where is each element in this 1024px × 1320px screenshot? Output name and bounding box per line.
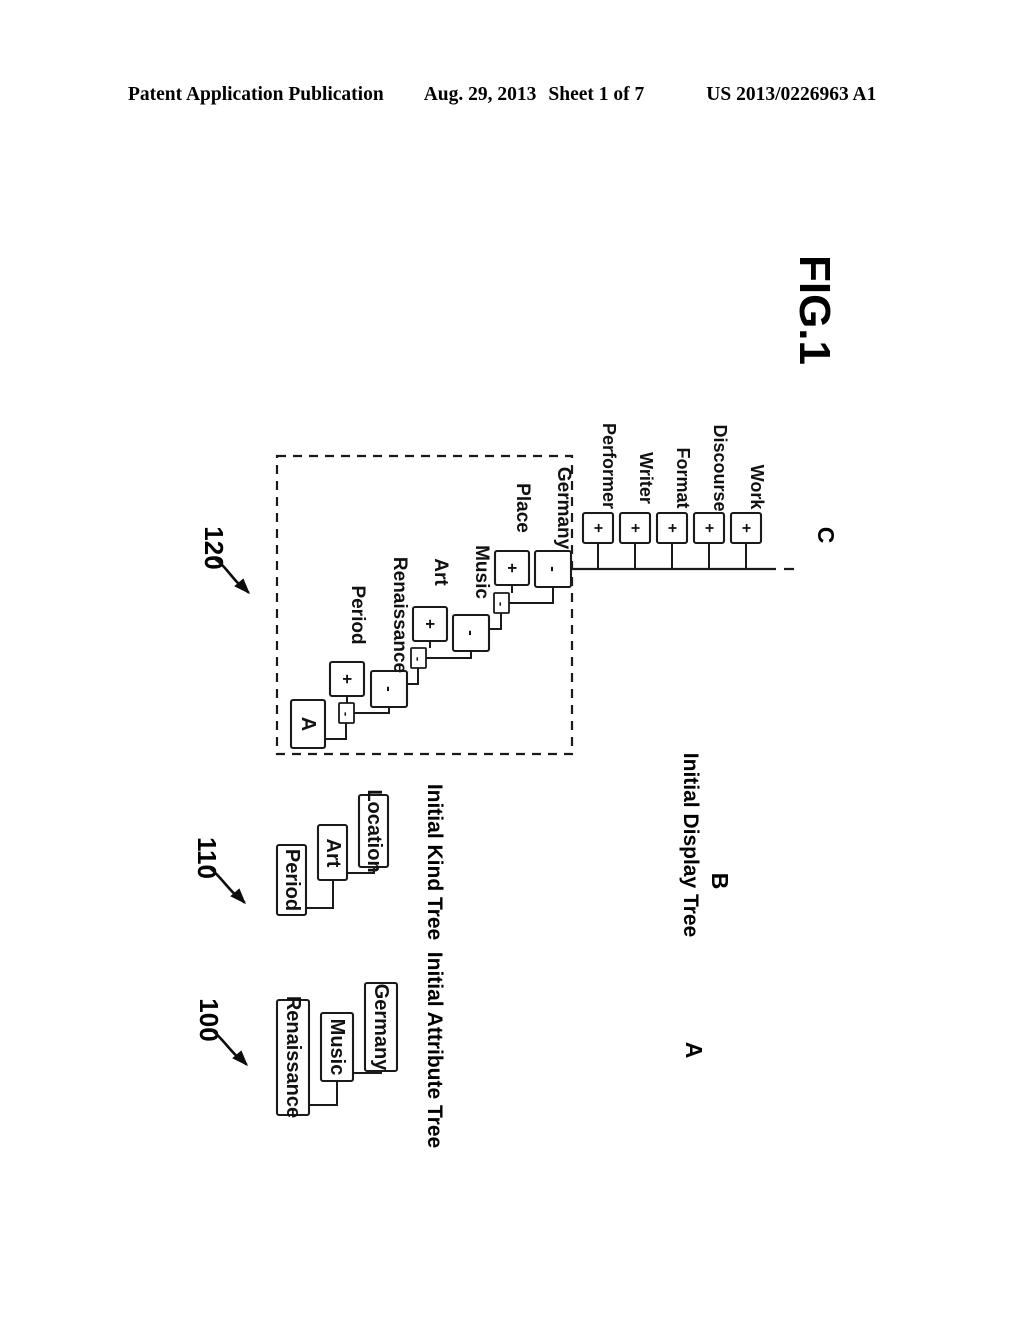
kind-label-art: Art xyxy=(322,839,344,868)
display-attr-label-music: Music xyxy=(471,545,492,599)
display-link-music-conn3 xyxy=(489,613,502,630)
display-attr-label-germany: Germany xyxy=(553,467,574,550)
display-root-label: A xyxy=(297,717,319,731)
panel-letter-b: B xyxy=(707,873,733,890)
display-attr-sign-renaissance: - xyxy=(380,686,399,692)
display-kind-label-art: Art xyxy=(430,558,451,586)
caption-initial-attribute-tree: Initial Attribute Tree xyxy=(423,952,446,1148)
kind-label-location: Location xyxy=(363,789,385,872)
display-kind-sign-place: + xyxy=(503,563,522,573)
display-connector-sign-1: - xyxy=(339,712,354,716)
display-attr-sign-germany: - xyxy=(544,566,563,572)
display-leaf-label-performer: Performer xyxy=(599,423,619,509)
attribute-label-renaissance: Renaissance xyxy=(282,996,304,1118)
panel-kind-tree: 110 Period Art Location Initial Kind Tre… xyxy=(192,784,446,940)
display-leaf-sign-discourse: + xyxy=(701,523,718,532)
display-attr-sign-music: - xyxy=(462,630,481,636)
display-kind-label-place: Place xyxy=(512,483,533,533)
display-link-conn3-germany xyxy=(509,587,554,604)
figure-label-group: FIG.1 xyxy=(790,255,839,365)
display-kind-sign-art: + xyxy=(421,619,440,629)
display-leaf-sign-writer: + xyxy=(627,523,644,532)
kind-link-period-art xyxy=(306,880,334,909)
display-leaf-label-discourse: Discourse xyxy=(710,424,730,511)
display-leaf-label-writer: Writer xyxy=(636,452,656,504)
panel-letter-c: C xyxy=(813,527,839,544)
ref-numeral-110: 110 xyxy=(192,837,222,879)
display-leaf-writer: + Writer xyxy=(618,452,656,569)
attribute-label-germany: Germany xyxy=(370,984,392,1072)
caption-initial-display-tree: Initial Display Tree xyxy=(679,753,702,937)
figure-label: FIG.1 xyxy=(790,255,839,365)
attribute-label-music: Music xyxy=(326,1019,348,1076)
display-leaf-format: + Format xyxy=(655,447,693,569)
display-connector-sign-2: - xyxy=(411,657,426,661)
display-leaf-sign-performer: + xyxy=(590,523,607,532)
panel-attribute-tree: 100 Renaissance Music Germany Initial At… xyxy=(194,952,707,1148)
display-leaf-label-format: Format xyxy=(673,447,693,508)
display-leaf-performer: + Performer xyxy=(581,423,619,569)
ref-numeral-100: 100 xyxy=(194,998,224,1041)
ref-numeral-120: 120 xyxy=(199,526,229,569)
display-leaf-label-work: Work xyxy=(747,465,767,511)
patent-drawing-canvas: FIG.1 120 A - + Period - Renaissance - +… xyxy=(0,0,1024,1320)
kind-label-period: Period xyxy=(281,849,303,911)
display-kind-sign-period: + xyxy=(338,674,357,684)
display-connector-sign-3: - xyxy=(494,602,509,606)
panel-letter-a: A xyxy=(681,1042,707,1059)
display-leaf-work: + Work xyxy=(729,465,767,569)
display-kind-label-period: Period xyxy=(347,585,368,644)
display-link-root-conn1 xyxy=(325,723,347,740)
caption-initial-kind-tree: Initial Kind Tree xyxy=(423,784,446,940)
attribute-link-renaissance-music xyxy=(309,1081,338,1106)
display-attr-label-renaissance: Renaissance xyxy=(389,557,410,673)
display-leaf-discourse: + Discourse xyxy=(692,424,730,569)
display-leaf-sign-work: + xyxy=(738,523,755,532)
display-leaf-sign-format: + xyxy=(664,523,681,532)
